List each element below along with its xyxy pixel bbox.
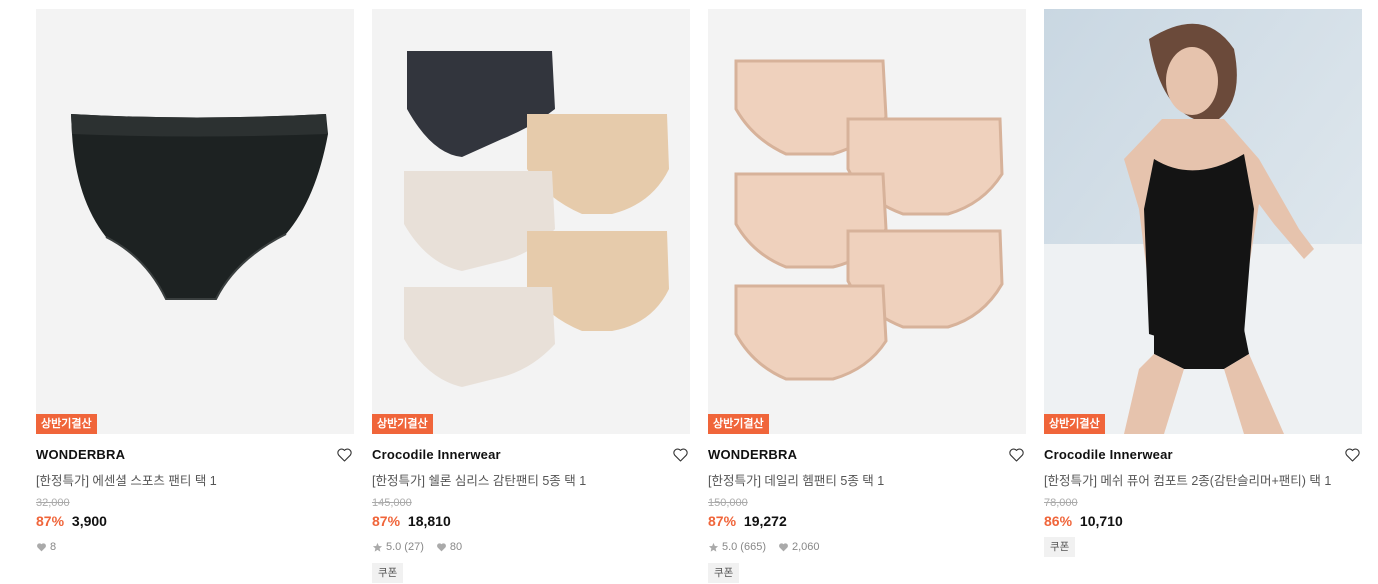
promo-badge: 상반기결산 — [1044, 414, 1105, 434]
like-count: 80 — [436, 541, 462, 553]
rating: 5.0 (665) — [708, 541, 766, 553]
five-seamless-panties-image — [372, 9, 690, 434]
brand-name[interactable]: Crocodile Innerwear — [372, 447, 501, 462]
product-grid: 상반기결산 WONDERBRA [한정특가] 에센셜 스포츠 팬티 택 1 32… — [36, 9, 1362, 584]
price-row: 87% 3,900 — [36, 513, 354, 529]
price-row: 86% 10,710 — [1044, 513, 1362, 529]
sale-price: 3,900 — [71, 513, 107, 529]
heart-outline-icon — [336, 448, 352, 462]
original-price: 145,000 — [372, 497, 412, 509]
product-meta: 8 — [36, 541, 354, 553]
wishlist-button[interactable] — [334, 444, 354, 464]
like-count: 8 — [36, 541, 56, 553]
original-price: 150,000 — [708, 497, 748, 509]
brand-name[interactable]: Crocodile Innerwear — [1044, 447, 1173, 462]
product-card[interactable]: 상반기결산 WONDERBRA [한정특가] 에센셜 스포츠 팬티 택 1 32… — [36, 9, 354, 584]
price-row: 87% 19,272 — [708, 513, 1026, 529]
wishlist-button[interactable] — [1342, 444, 1362, 464]
heart-outline-icon — [672, 448, 688, 462]
promo-badge: 상반기결산 — [708, 414, 769, 434]
product-card[interactable]: 상반기결산 Crocodile Innerwear [한정특가] 쉘론 심리스 … — [372, 9, 690, 584]
discount-rate: 87% — [36, 513, 65, 529]
product-title[interactable]: [한정특가] 쉘론 심리스 감탄팬티 5종 택 1 — [372, 470, 690, 489]
star-icon — [372, 542, 383, 552]
original-price: 78,000 — [1044, 497, 1078, 509]
product-image[interactable]: 상반기결산 — [1044, 9, 1362, 434]
heart-outline-icon — [1008, 448, 1024, 462]
wishlist-button[interactable] — [670, 444, 690, 464]
model-black-slimmer-image — [1044, 9, 1362, 434]
sale-price: 18,810 — [407, 513, 451, 529]
product-image[interactable]: 상반기결산 — [36, 9, 354, 434]
promo-badge: 상반기결산 — [372, 414, 433, 434]
product-meta: 5.0 (665) 2,060 — [708, 541, 1026, 553]
star-icon — [708, 542, 719, 552]
discount-rate: 87% — [372, 513, 401, 529]
review-count: (665) — [740, 541, 766, 553]
sale-price: 10,710 — [1079, 513, 1123, 529]
product-card[interactable]: 상반기결산 WONDERBRA [한정특가] 데일리 헴팬티 5종 택 1 15… — [708, 9, 1026, 584]
discount-rate: 87% — [708, 513, 737, 529]
review-count: (27) — [404, 541, 424, 553]
heart-filled-icon — [436, 543, 446, 552]
rating: 5.0 (27) — [372, 541, 424, 553]
single-black-panty-image — [36, 9, 354, 434]
coupon-tag: 쿠폰 — [708, 563, 740, 583]
heart-filled-icon — [779, 543, 788, 552]
coupon-tag: 쿠폰 — [1044, 537, 1076, 557]
brand-name[interactable]: WONDERBRA — [36, 447, 125, 462]
product-image[interactable]: 상반기결산 — [708, 9, 1026, 434]
product-title[interactable]: [한정특가] 데일리 헴팬티 5종 택 1 — [708, 470, 1026, 489]
product-meta: 5.0 (27) 80 — [372, 541, 690, 553]
original-price: 32,000 — [36, 497, 70, 509]
price-row: 87% 18,810 — [372, 513, 690, 529]
wishlist-button[interactable] — [1006, 444, 1026, 464]
product-card[interactable]: 상반기결산 Crocodile Innerwear [한정특가] 메쉬 퓨어 컴… — [1044, 9, 1362, 584]
heart-filled-icon — [37, 543, 46, 552]
five-beige-panties-image — [708, 9, 1026, 434]
product-image[interactable]: 상반기결산 — [372, 9, 690, 434]
brand-name[interactable]: WONDERBRA — [708, 447, 797, 462]
promo-badge: 상반기결산 — [36, 414, 97, 434]
product-title[interactable]: [한정특가] 에센셜 스포츠 팬티 택 1 — [36, 470, 354, 489]
product-title[interactable]: [한정특가] 메쉬 퓨어 컴포트 2종(감탄슬리머+팬티) 택 1 — [1044, 470, 1362, 489]
heart-outline-icon — [1344, 448, 1360, 462]
sale-price: 19,272 — [743, 513, 787, 529]
discount-rate: 86% — [1044, 513, 1073, 529]
like-count: 2,060 — [778, 541, 820, 553]
coupon-tag: 쿠폰 — [372, 563, 404, 583]
